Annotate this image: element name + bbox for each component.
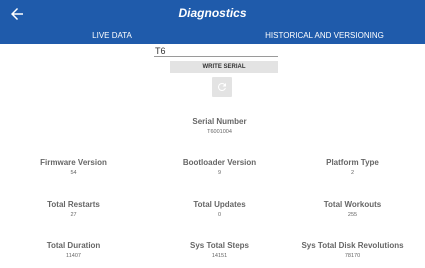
app-bar: Diagnostics LIVE DATA HISTORICAL AND VER…	[0, 0, 425, 46]
stat-label: Platform Type	[326, 158, 379, 167]
stat-value: 27	[70, 212, 77, 218]
stat-serial-number: Serial Number T6001004	[149, 117, 290, 135]
stat-value: 255	[347, 212, 358, 218]
stat-label: Bootloader Version	[182, 158, 257, 167]
stat-sys-total-disk-revolutions: Sys Total Disk Revolutions 78170	[282, 241, 423, 259]
tab-live-data[interactable]: LIVE DATA	[0, 28, 224, 46]
stat-value: 14151	[211, 253, 228, 259]
serial-number-field[interactable]	[154, 46, 278, 57]
tab-live-data-label: LIVE DATA	[92, 31, 132, 40]
stat-firmware-version: Firmware Version 54	[3, 158, 144, 176]
stat-total-duration: Total Duration 11407	[3, 241, 144, 259]
stat-label: Serial Number	[192, 117, 247, 126]
stat-value: 78170	[344, 253, 361, 259]
stat-label: Total Workouts	[323, 200, 382, 209]
stat-value: 2	[350, 170, 355, 176]
refresh-icon	[217, 82, 226, 91]
stat-sys-total-steps: Sys Total Steps 14151	[149, 241, 290, 259]
stat-value: 54	[70, 170, 77, 176]
page-title: Diagnostics	[178, 6, 247, 20]
stat-platform-type: Platform Type 2	[282, 158, 423, 176]
stat-value: 11407	[66, 253, 81, 259]
stat-label: Sys Total Steps	[190, 241, 249, 250]
stat-total-updates: Total Updates 0	[149, 200, 290, 218]
stat-label: Total Restarts	[47, 200, 100, 209]
stat-total-restarts: Total Restarts 27	[3, 200, 144, 218]
stat-label: Firmware Version	[40, 158, 107, 167]
refresh-button[interactable]	[212, 77, 232, 97]
stat-label: Sys Total Disk Revolutions	[301, 241, 404, 250]
stat-label: Total Duration	[46, 241, 101, 250]
stat-value: 0	[217, 212, 222, 218]
stat-value: 9	[217, 170, 222, 176]
stat-label: Total Updates	[193, 200, 246, 209]
write-serial-button[interactable]: WRITE SERIAL	[170, 61, 278, 73]
stat-value: T6001004	[207, 129, 232, 135]
tab-historical-label: HISTORICAL AND VERSIONING	[265, 31, 384, 40]
stat-bootloader-version: Bootloader Version 9	[149, 158, 290, 176]
stat-total-workouts: Total Workouts 255	[282, 200, 423, 218]
tab-historical-and-versioning[interactable]: HISTORICAL AND VERSIONING	[224, 28, 425, 44]
